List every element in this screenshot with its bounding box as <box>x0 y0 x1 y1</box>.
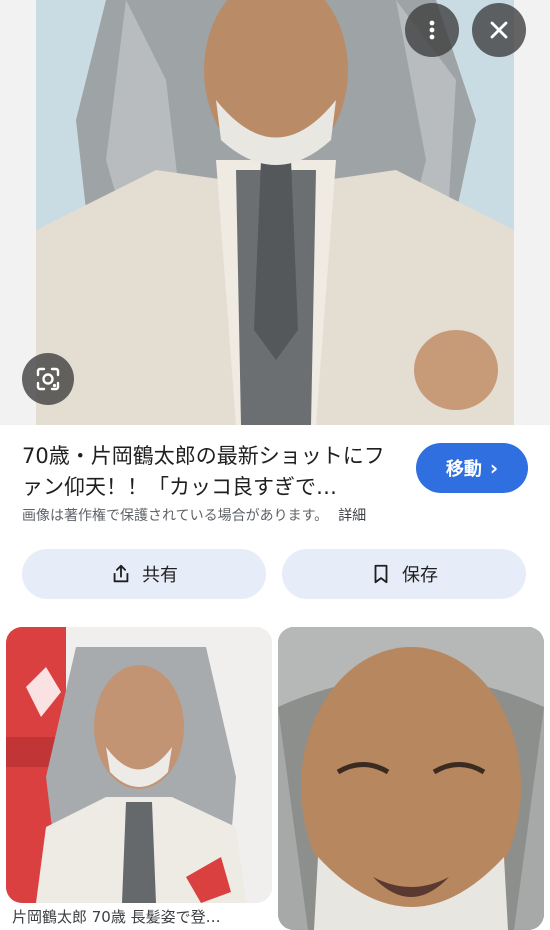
lens-icon <box>36 367 60 391</box>
lens-search-button[interactable] <box>22 353 74 405</box>
related-photo-1 <box>6 627 272 903</box>
visit-label: 移動 <box>445 459 482 480</box>
close-icon <box>490 21 508 39</box>
related-photo-2 <box>278 627 544 930</box>
share-label: 共有 <box>142 565 178 586</box>
copyright-text: 画像は著作権で保護されている場合があります。 <box>22 508 329 524</box>
more-vert-icon <box>429 20 435 40</box>
copyright-notice: 画像は著作権で保護されている場合があります。 詳細 <box>22 505 366 525</box>
image-preview[interactable] <box>0 0 550 425</box>
visit-button[interactable]: 移動 › <box>416 443 528 493</box>
chevron-right-icon: › <box>489 456 499 480</box>
related-image-1[interactable] <box>6 627 272 903</box>
related-image-2[interactable] <box>278 627 544 930</box>
share-icon <box>113 564 129 583</box>
close-button[interactable] <box>472 3 526 57</box>
main-photo <box>36 0 514 425</box>
details-link[interactable]: 詳細 <box>338 508 366 524</box>
related-caption-1[interactable]: 片岡鶴太郎 70歳 長髪姿で登… <box>12 906 262 927</box>
save-label: 保存 <box>402 565 438 586</box>
bookmark-icon <box>374 564 388 584</box>
share-button[interactable]: 共有 <box>22 549 266 599</box>
more-options-button[interactable] <box>405 3 459 57</box>
page-title[interactable]: 70歳・片岡鶴太郎の最新ショットにファン仰天！！「カッコ良すぎで… <box>22 441 394 503</box>
save-button[interactable]: 保存 <box>282 549 526 599</box>
